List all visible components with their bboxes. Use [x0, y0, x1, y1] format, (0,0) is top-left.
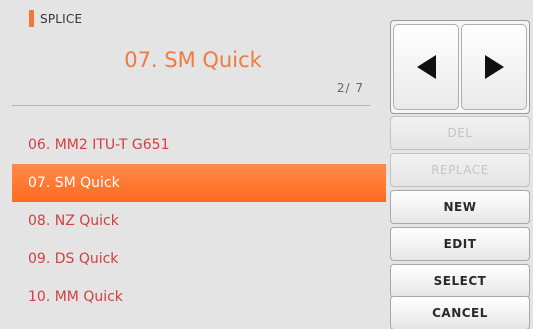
- title-row: SPLICE: [29, 10, 82, 27]
- list-item[interactable]: 08. NZ Quick: [12, 202, 386, 240]
- replace-button[interactable]: REPLACE: [390, 153, 530, 187]
- next-page-button[interactable]: [461, 24, 527, 110]
- left-triangle-icon: [416, 55, 436, 79]
- right-triangle-icon: [484, 55, 504, 79]
- select-button[interactable]: SELECT: [390, 264, 530, 298]
- program-list: 06. MM2 ITU-T G651 07. SM Quick 08. NZ Q…: [12, 126, 386, 316]
- page-navigation: [390, 20, 530, 114]
- selected-program-name: 07. SM Quick: [124, 48, 262, 72]
- list-item[interactable]: 06. MM2 ITU-T G651: [12, 126, 386, 164]
- edit-button[interactable]: EDIT: [390, 227, 530, 261]
- list-item-selected[interactable]: 07. SM Quick: [12, 164, 386, 202]
- divider: [12, 105, 370, 106]
- header: SPLICE 07. SM Quick 2/ 7: [0, 0, 386, 112]
- page-indicator: 2/ 7: [336, 81, 364, 95]
- list-item[interactable]: 09. DS Quick: [12, 240, 386, 278]
- screen-title: SPLICE: [40, 11, 83, 26]
- del-button[interactable]: DEL: [390, 116, 530, 150]
- list-item[interactable]: 10. MM Quick: [12, 278, 386, 316]
- title-marker: [29, 10, 34, 27]
- cancel-button[interactable]: CANCEL: [390, 296, 530, 329]
- new-button[interactable]: NEW: [390, 190, 530, 224]
- splice-screen: SPLICE 07. SM Quick 2/ 7 06. MM2 ITU-T G…: [0, 0, 533, 329]
- previous-page-button[interactable]: [393, 24, 459, 110]
